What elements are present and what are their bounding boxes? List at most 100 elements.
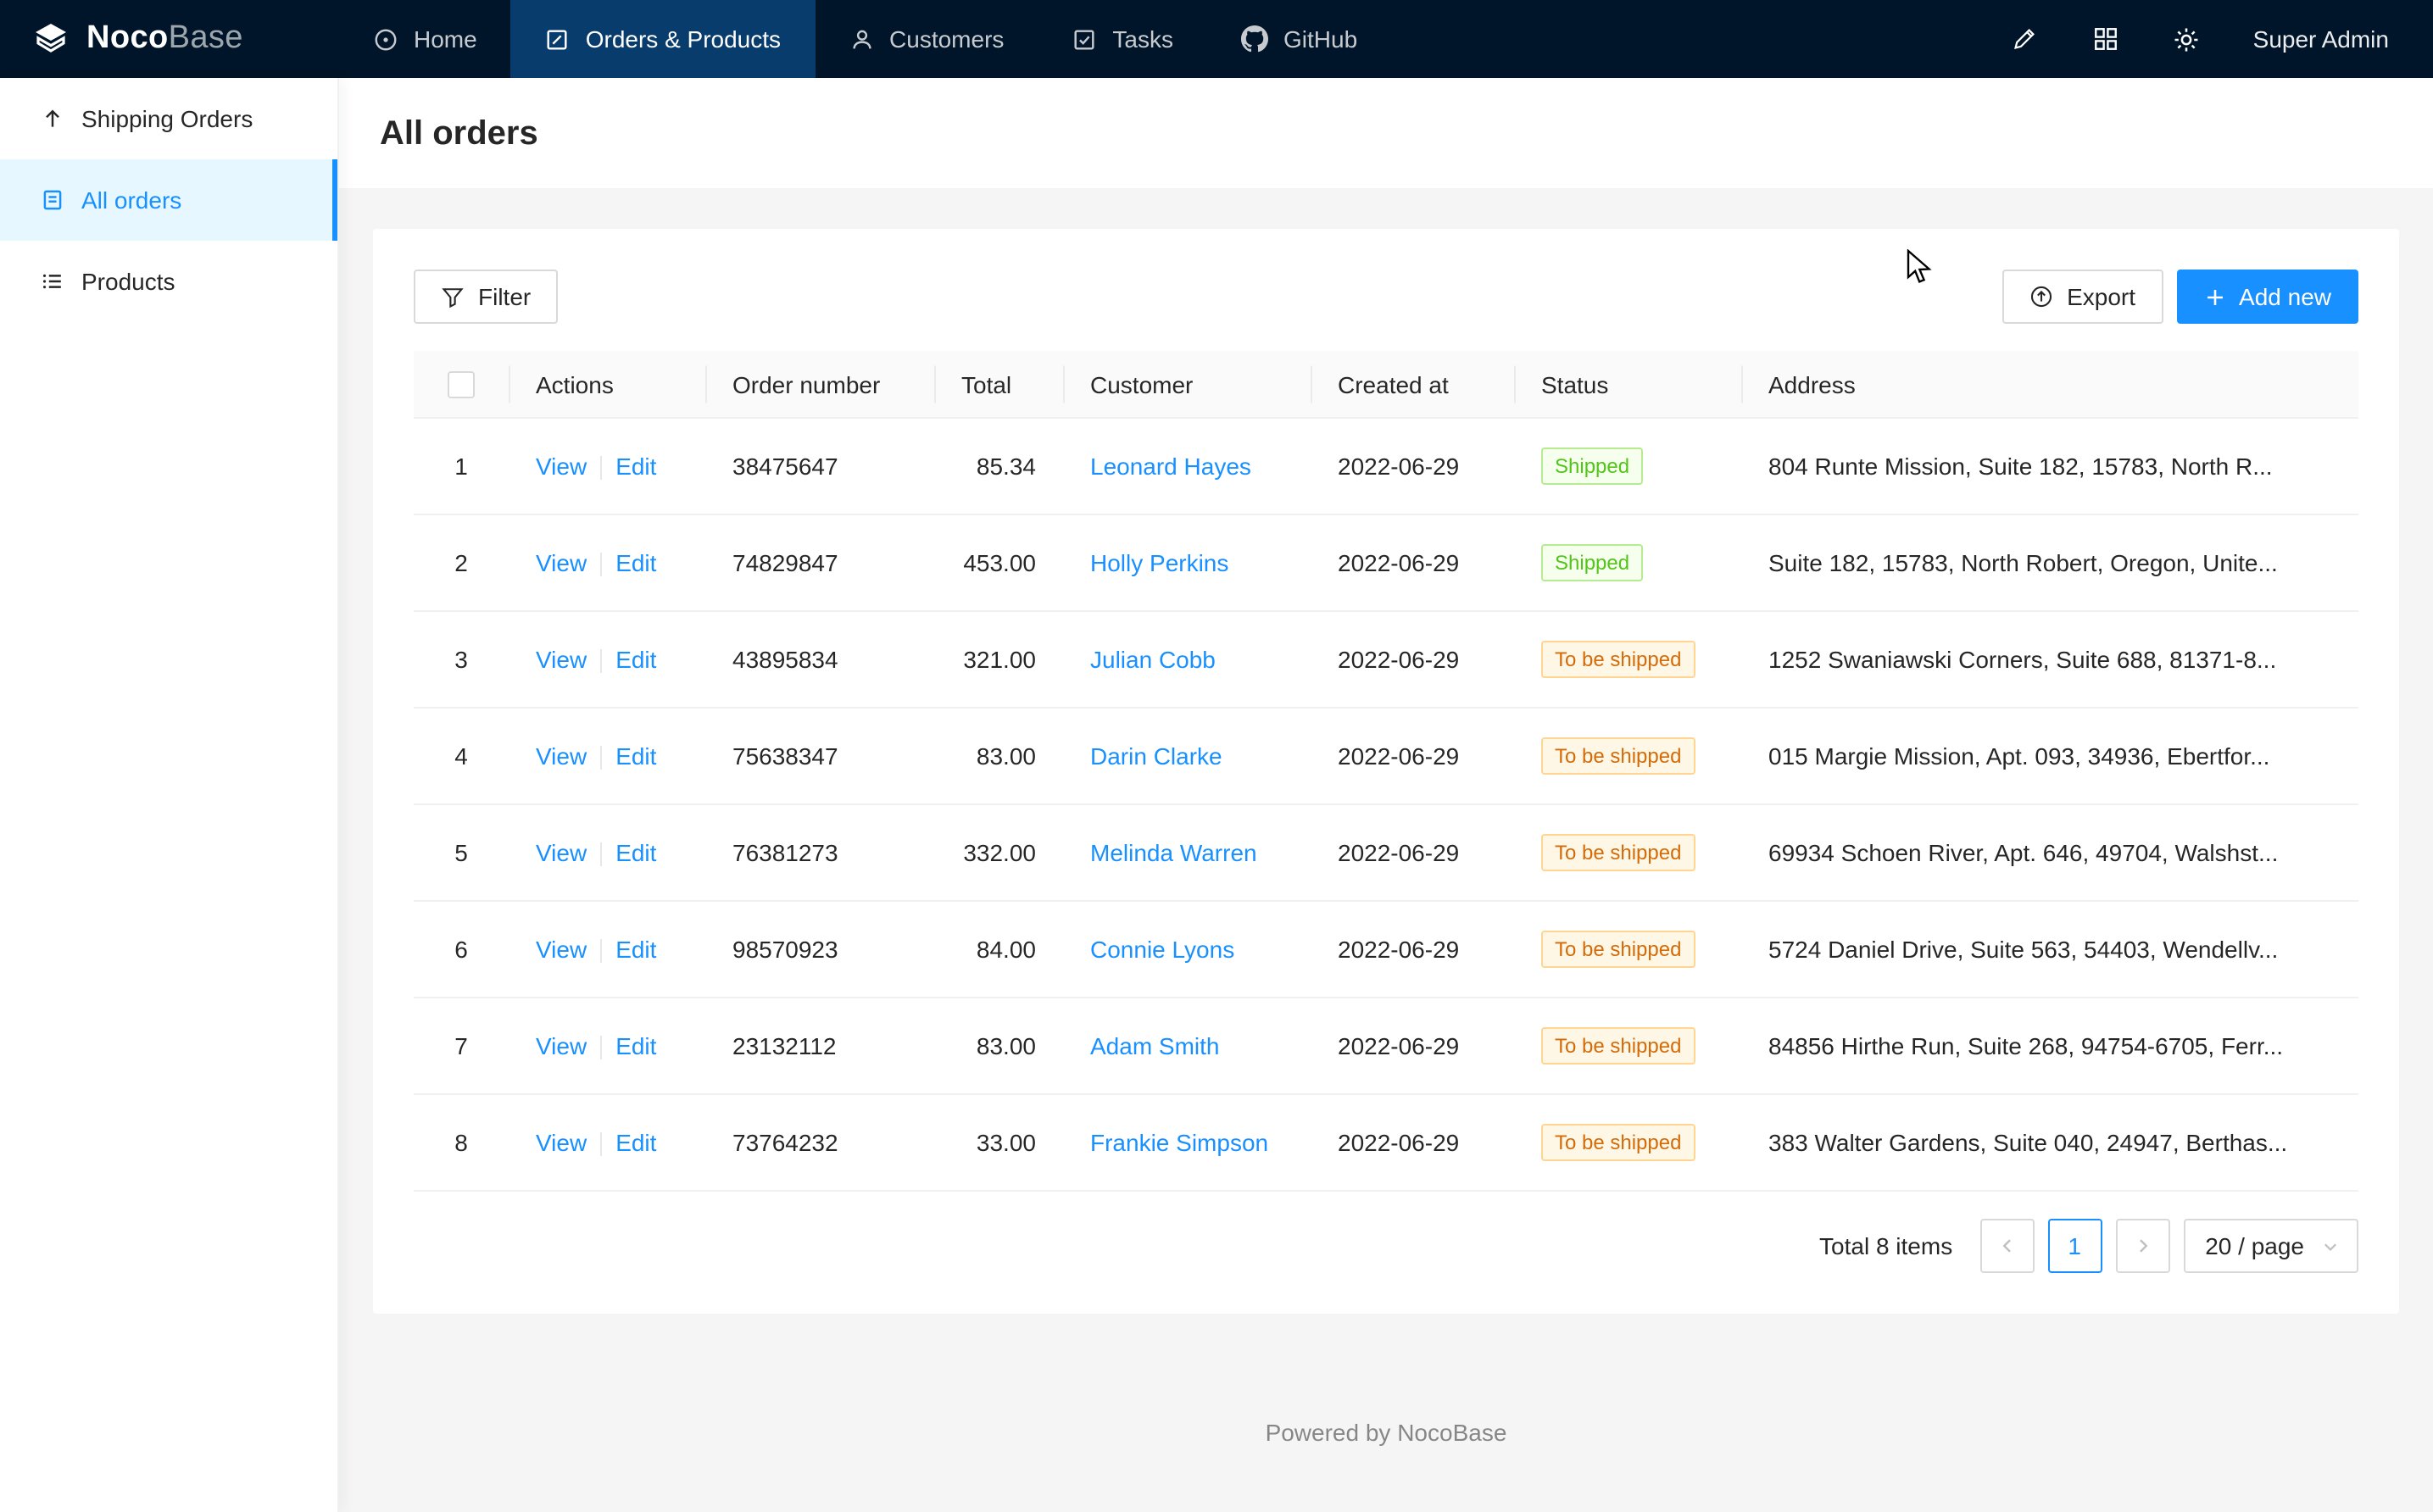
edit-link[interactable]: Edit bbox=[615, 1032, 656, 1059]
row-index-cell: 7 bbox=[414, 998, 509, 1095]
view-link[interactable]: View bbox=[536, 936, 587, 963]
address-cell: 84856 Hirthe Run, Suite 268, 94754-6705,… bbox=[1741, 998, 2358, 1095]
nav-github[interactable]: GitHub bbox=[1207, 0, 1391, 78]
action-divider bbox=[600, 1037, 602, 1060]
orders-file-icon bbox=[41, 188, 64, 212]
orders-table-body: 1 ViewEdit 38475647 85.34 Leonard Hayes … bbox=[414, 419, 2358, 1192]
footer-text: Powered by NocoBase bbox=[373, 1420, 2399, 1447]
customer-link[interactable]: Darin Clarke bbox=[1090, 743, 1222, 770]
order-number-cell: 23132112 bbox=[705, 998, 934, 1095]
nav-github-label: GitHub bbox=[1283, 25, 1357, 53]
status-cell: To be shipped bbox=[1514, 612, 1741, 709]
nav-home[interactable]: Home bbox=[339, 0, 511, 78]
table-row: 2 View Edit 74829847 453.00 Holly Perkins… bbox=[414, 515, 2358, 612]
sidebar-item-all-orders[interactable]: All orders bbox=[0, 159, 337, 241]
status-tag: To be shipped bbox=[1541, 1028, 1695, 1065]
list-icon bbox=[41, 270, 64, 293]
pagination-total: Total 8 items bbox=[1819, 1233, 1952, 1260]
action-divider bbox=[600, 650, 602, 674]
view-link[interactable]: View bbox=[536, 1129, 587, 1156]
view-link[interactable]: View bbox=[536, 742, 587, 770]
edit-link[interactable]: Edit bbox=[615, 839, 656, 866]
edit-link[interactable]: Edit bbox=[615, 453, 656, 480]
actions-cell: View Edit bbox=[509, 902, 705, 998]
nav-customers[interactable]: Customers bbox=[815, 0, 1038, 78]
export-icon bbox=[2029, 285, 2053, 309]
arrow-up-icon bbox=[41, 107, 64, 131]
pagination-prev-button[interactable] bbox=[1979, 1220, 2034, 1274]
sidebar-item-products[interactable]: Products bbox=[0, 241, 337, 322]
table-toolbar: Filter Export bbox=[414, 270, 2358, 324]
edit-link[interactable]: Edit bbox=[615, 742, 656, 770]
action-divider bbox=[600, 747, 602, 770]
nav-orders-products[interactable]: Orders & Products bbox=[511, 0, 815, 78]
customer-link[interactable]: Holly Perkins bbox=[1090, 550, 1228, 577]
customer-link[interactable]: Leonard Hayes bbox=[1090, 453, 1251, 481]
view-link[interactable]: View bbox=[536, 453, 587, 480]
settings-gear-icon[interactable] bbox=[2172, 24, 2202, 54]
column-address: Address bbox=[1741, 351, 2358, 419]
actions-cell: View Edit bbox=[509, 709, 705, 805]
select-all-checkbox[interactable] bbox=[448, 372, 475, 399]
edit-link[interactable]: Edit bbox=[615, 646, 656, 673]
actions-cell: View Edit bbox=[509, 805, 705, 902]
column-select bbox=[414, 351, 509, 419]
row-index-cell: 8 bbox=[414, 1095, 509, 1192]
sidebar-item-label: Products bbox=[81, 268, 175, 295]
customer-link[interactable]: Frankie Simpson bbox=[1090, 1130, 1268, 1157]
action-divider bbox=[600, 553, 602, 577]
table-row: 1 ViewEdit 38475647 85.34 Leonard Hayes … bbox=[414, 419, 2358, 515]
column-order-number: Order number bbox=[705, 351, 934, 419]
nav-tasks-label: Tasks bbox=[1112, 25, 1173, 53]
customer-cell: Melinda Warren bbox=[1063, 805, 1311, 902]
customer-cell: Leonard Hayes bbox=[1063, 419, 1311, 515]
column-created-at: Created at bbox=[1311, 351, 1514, 419]
status-tag: To be shipped bbox=[1541, 931, 1695, 969]
row-index-cell: 5 bbox=[414, 805, 509, 902]
edit-link[interactable]: Edit bbox=[615, 1129, 656, 1156]
customer-link[interactable]: Connie Lyons bbox=[1090, 937, 1234, 964]
address-cell: 5724 Daniel Drive, Suite 563, 54403, Wen… bbox=[1741, 902, 2358, 998]
ui-editor-pen-icon[interactable] bbox=[2009, 24, 2040, 54]
chevron-down-icon bbox=[2321, 1237, 2340, 1256]
user-menu[interactable]: Super Admin bbox=[2253, 25, 2389, 53]
customer-link[interactable]: Julian Cobb bbox=[1090, 647, 1216, 674]
action-divider bbox=[600, 1133, 602, 1157]
view-link[interactable]: View bbox=[536, 839, 587, 866]
nav-orders-products-label: Orders & Products bbox=[586, 25, 781, 53]
page-size-select[interactable]: 20 / page bbox=[2183, 1220, 2358, 1274]
action-divider bbox=[600, 940, 602, 964]
address-cell: 383 Walter Gardens, Suite 040, 24947, Be… bbox=[1741, 1095, 2358, 1192]
order-number-cell: 74829847 bbox=[705, 515, 934, 612]
row-index-cell: 2 bbox=[414, 515, 509, 612]
order-number-cell: 98570923 bbox=[705, 902, 934, 998]
status-tag: To be shipped bbox=[1541, 1125, 1695, 1162]
sidebar-item-label: Shipping Orders bbox=[81, 105, 253, 132]
row-index-cell: 6 bbox=[414, 902, 509, 998]
pagination-next-button[interactable] bbox=[2115, 1220, 2169, 1274]
status-tag: Shipped bbox=[1541, 545, 1643, 582]
add-new-button[interactable]: Add new bbox=[2176, 270, 2358, 324]
nocobase-logo[interactable]: NocoBase bbox=[0, 0, 339, 78]
filter-button[interactable]: Filter bbox=[414, 270, 558, 324]
nav-home-label: Home bbox=[414, 25, 477, 53]
customer-cell: Connie Lyons bbox=[1063, 902, 1311, 998]
customer-link[interactable]: Adam Smith bbox=[1090, 1033, 1220, 1060]
edit-link[interactable]: Edit bbox=[615, 936, 656, 963]
pagination-page-1[interactable]: 1 bbox=[2047, 1220, 2102, 1274]
actions-cell: View Edit bbox=[509, 1095, 705, 1192]
nav-tasks[interactable]: Tasks bbox=[1038, 0, 1207, 78]
view-link[interactable]: View bbox=[536, 646, 587, 673]
total-cell: 453.00 bbox=[934, 515, 1063, 612]
customer-cell: Holly Perkins bbox=[1063, 515, 1311, 612]
plus-icon bbox=[2203, 286, 2225, 308]
row-index: 8 bbox=[454, 1130, 468, 1157]
sidebar-item-shipping-orders[interactable]: Shipping Orders bbox=[0, 78, 337, 159]
export-button[interactable]: Export bbox=[2002, 270, 2163, 324]
edit-link[interactable]: Edit bbox=[615, 549, 656, 576]
customer-link[interactable]: Melinda Warren bbox=[1090, 840, 1257, 867]
view-link[interactable]: View bbox=[536, 549, 587, 576]
plugins-blocks-icon[interactable] bbox=[2091, 24, 2121, 54]
table-row: 3 ViewEdit 43895834 321.00 Julian Cobb 2… bbox=[414, 612, 2358, 709]
view-link[interactable]: View bbox=[536, 1032, 587, 1059]
